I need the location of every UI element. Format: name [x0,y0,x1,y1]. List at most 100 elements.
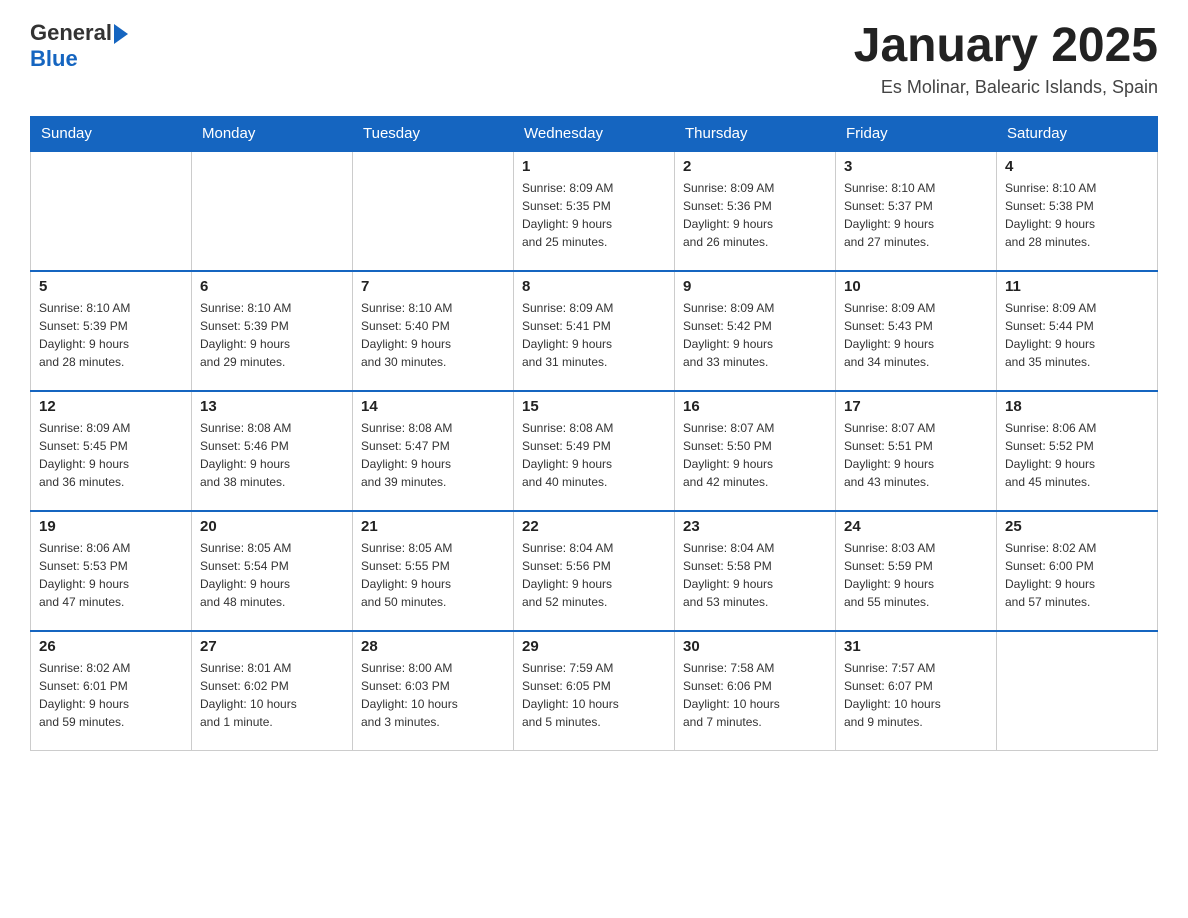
day-info: Sunrise: 8:05 AM Sunset: 5:55 PM Dayligh… [361,539,505,611]
calendar-day-4: 4 Sunrise: 8:10 AM Sunset: 5:38 PM Daylig… [997,151,1158,271]
calendar-day-20: 20 Sunrise: 8:05 AM Sunset: 5:54 PM Dayli… [192,511,353,631]
day-number: 16 [683,398,827,415]
day-info: Sunrise: 8:07 AM Sunset: 5:51 PM Dayligh… [844,419,988,491]
day-number: 26 [39,638,183,655]
calendar-header-row: SundayMondayTuesdayWednesdayThursdayFrid… [31,116,1158,151]
calendar-day-30: 30 Sunrise: 7:58 AM Sunset: 6:06 PM Dayli… [675,631,836,751]
day-info: Sunrise: 8:09 AM Sunset: 5:35 PM Dayligh… [522,179,666,251]
empty-cell [353,151,514,271]
day-info: Sunrise: 8:08 AM Sunset: 5:46 PM Dayligh… [200,419,344,491]
day-info: Sunrise: 8:02 AM Sunset: 6:00 PM Dayligh… [1005,539,1149,611]
day-info: Sunrise: 8:04 AM Sunset: 5:56 PM Dayligh… [522,539,666,611]
calendar-day-3: 3Sunrise: 8:10 AM Sunset: 5:37 PM Daylig… [836,151,997,271]
day-info: Sunrise: 8:01 AM Sunset: 6:02 PM Dayligh… [200,659,344,731]
calendar-day-1: 1 Sunrise: 8:09 AM Sunset: 5:35 PM Daylig… [514,151,675,271]
day-info: Sunrise: 7:57 AM Sunset: 6:07 PM Dayligh… [844,659,988,731]
day-number: 31 [844,638,988,655]
day-info: Sunrise: 8:07 AM Sunset: 5:50 PM Dayligh… [683,419,827,491]
day-info: Sunrise: 8:02 AM Sunset: 6:01 PM Dayligh… [39,659,183,731]
day-number: 6 [200,278,344,295]
calendar-day-13: 13Sunrise: 8:08 AM Sunset: 5:46 PM Dayli… [192,391,353,511]
day-info: Sunrise: 8:10 AM Sunset: 5:39 PM Dayligh… [39,299,183,371]
calendar-week-row: 19Sunrise: 8:06 AM Sunset: 5:53 PM Dayli… [31,511,1158,631]
day-number: 15 [522,398,666,415]
logo-general: GeneralBlue [30,20,130,72]
empty-cell [31,151,192,271]
calendar-day-14: 14 Sunrise: 8:08 AM Sunset: 5:47 PM Dayli… [353,391,514,511]
day-number: 1 [522,158,666,175]
day-number: 14 [361,398,505,415]
col-header-thursday: Thursday [675,116,836,151]
day-info: Sunrise: 8:10 AM Sunset: 5:38 PM Dayligh… [1005,179,1149,251]
calendar-day-25: 25 Sunrise: 8:02 AM Sunset: 6:00 PM Dayli… [997,511,1158,631]
page-title: January 2025 [854,20,1158,73]
day-info: Sunrise: 7:59 AM Sunset: 6:05 PM Dayligh… [522,659,666,731]
day-number: 30 [683,638,827,655]
day-number: 9 [683,278,827,295]
calendar-day-8: 8Sunrise: 8:09 AM Sunset: 5:41 PM Daylig… [514,271,675,391]
calendar-day-16: 16 Sunrise: 8:07 AM Sunset: 5:50 PM Dayli… [675,391,836,511]
calendar-week-row: 1 Sunrise: 8:09 AM Sunset: 5:35 PM Daylig… [31,151,1158,271]
calendar-day-19: 19Sunrise: 8:06 AM Sunset: 5:53 PM Dayli… [31,511,192,631]
day-number: 7 [361,278,505,295]
day-number: 25 [1005,518,1149,535]
day-info: Sunrise: 8:06 AM Sunset: 5:52 PM Dayligh… [1005,419,1149,491]
calendar-day-24: 24 Sunrise: 8:03 AM Sunset: 5:59 PM Dayli… [836,511,997,631]
day-info: Sunrise: 8:06 AM Sunset: 5:53 PM Dayligh… [39,539,183,611]
title-area: January 2025 Es Molinar, Balearic Island… [854,20,1158,98]
day-number: 20 [200,518,344,535]
col-header-friday: Friday [836,116,997,151]
calendar-day-5: 5 Sunrise: 8:10 AM Sunset: 5:39 PM Daylig… [31,271,192,391]
day-info: Sunrise: 8:09 AM Sunset: 5:44 PM Dayligh… [1005,299,1149,371]
calendar-day-28: 28 Sunrise: 8:00 AM Sunset: 6:03 PM Dayli… [353,631,514,751]
day-number: 11 [1005,278,1149,295]
empty-cell [192,151,353,271]
calendar-day-17: 17 Sunrise: 8:07 AM Sunset: 5:51 PM Dayli… [836,391,997,511]
day-info: Sunrise: 8:09 AM Sunset: 5:43 PM Dayligh… [844,299,988,371]
logo-general-text: General [30,20,112,45]
calendar-day-31: 31 Sunrise: 7:57 AM Sunset: 6:07 PM Dayli… [836,631,997,751]
day-info: Sunrise: 8:09 AM Sunset: 5:36 PM Dayligh… [683,179,827,251]
calendar-week-row: 12 Sunrise: 8:09 AM Sunset: 5:45 PM Dayli… [31,391,1158,511]
calendar-day-27: 27 Sunrise: 8:01 AM Sunset: 6:02 PM Dayli… [192,631,353,751]
calendar-day-7: 7Sunrise: 8:10 AM Sunset: 5:40 PM Daylig… [353,271,514,391]
day-number: 8 [522,278,666,295]
calendar-week-row: 26 Sunrise: 8:02 AM Sunset: 6:01 PM Dayli… [31,631,1158,751]
day-number: 12 [39,398,183,415]
col-header-tuesday: Tuesday [353,116,514,151]
col-header-sunday: Sunday [31,116,192,151]
calendar-week-row: 5 Sunrise: 8:10 AM Sunset: 5:39 PM Daylig… [31,271,1158,391]
calendar-day-2: 2Sunrise: 8:09 AM Sunset: 5:36 PM Daylig… [675,151,836,271]
day-info: Sunrise: 8:09 AM Sunset: 5:45 PM Dayligh… [39,419,183,491]
day-number: 18 [1005,398,1149,415]
day-number: 27 [200,638,344,655]
calendar-day-23: 23Sunrise: 8:04 AM Sunset: 5:58 PM Dayli… [675,511,836,631]
day-info: Sunrise: 8:04 AM Sunset: 5:58 PM Dayligh… [683,539,827,611]
calendar-day-6: 6Sunrise: 8:10 AM Sunset: 5:39 PM Daylig… [192,271,353,391]
day-number: 3 [844,158,988,175]
header: GeneralBlue January 2025 Es Molinar, Bal… [30,20,1158,98]
day-info: Sunrise: 8:08 AM Sunset: 5:47 PM Dayligh… [361,419,505,491]
calendar-day-22: 22Sunrise: 8:04 AM Sunset: 5:56 PM Dayli… [514,511,675,631]
day-info: Sunrise: 8:05 AM Sunset: 5:54 PM Dayligh… [200,539,344,611]
day-info: Sunrise: 8:00 AM Sunset: 6:03 PM Dayligh… [361,659,505,731]
day-info: Sunrise: 8:09 AM Sunset: 5:42 PM Dayligh… [683,299,827,371]
day-number: 29 [522,638,666,655]
logo: GeneralBlue [30,20,130,72]
day-number: 24 [844,518,988,535]
day-info: Sunrise: 7:58 AM Sunset: 6:06 PM Dayligh… [683,659,827,731]
day-number: 5 [39,278,183,295]
calendar-day-26: 26 Sunrise: 8:02 AM Sunset: 6:01 PM Dayli… [31,631,192,751]
day-number: 4 [1005,158,1149,175]
calendar-day-21: 21 Sunrise: 8:05 AM Sunset: 5:55 PM Dayli… [353,511,514,631]
calendar-day-29: 29 Sunrise: 7:59 AM Sunset: 6:05 PM Dayli… [514,631,675,751]
day-number: 21 [361,518,505,535]
day-number: 10 [844,278,988,295]
day-info: Sunrise: 8:03 AM Sunset: 5:59 PM Dayligh… [844,539,988,611]
calendar-day-15: 15 Sunrise: 8:08 AM Sunset: 5:49 PM Dayli… [514,391,675,511]
day-number: 28 [361,638,505,655]
col-header-saturday: Saturday [997,116,1158,151]
day-number: 17 [844,398,988,415]
day-info: Sunrise: 8:08 AM Sunset: 5:49 PM Dayligh… [522,419,666,491]
logo-blue-text: Blue [30,46,78,71]
